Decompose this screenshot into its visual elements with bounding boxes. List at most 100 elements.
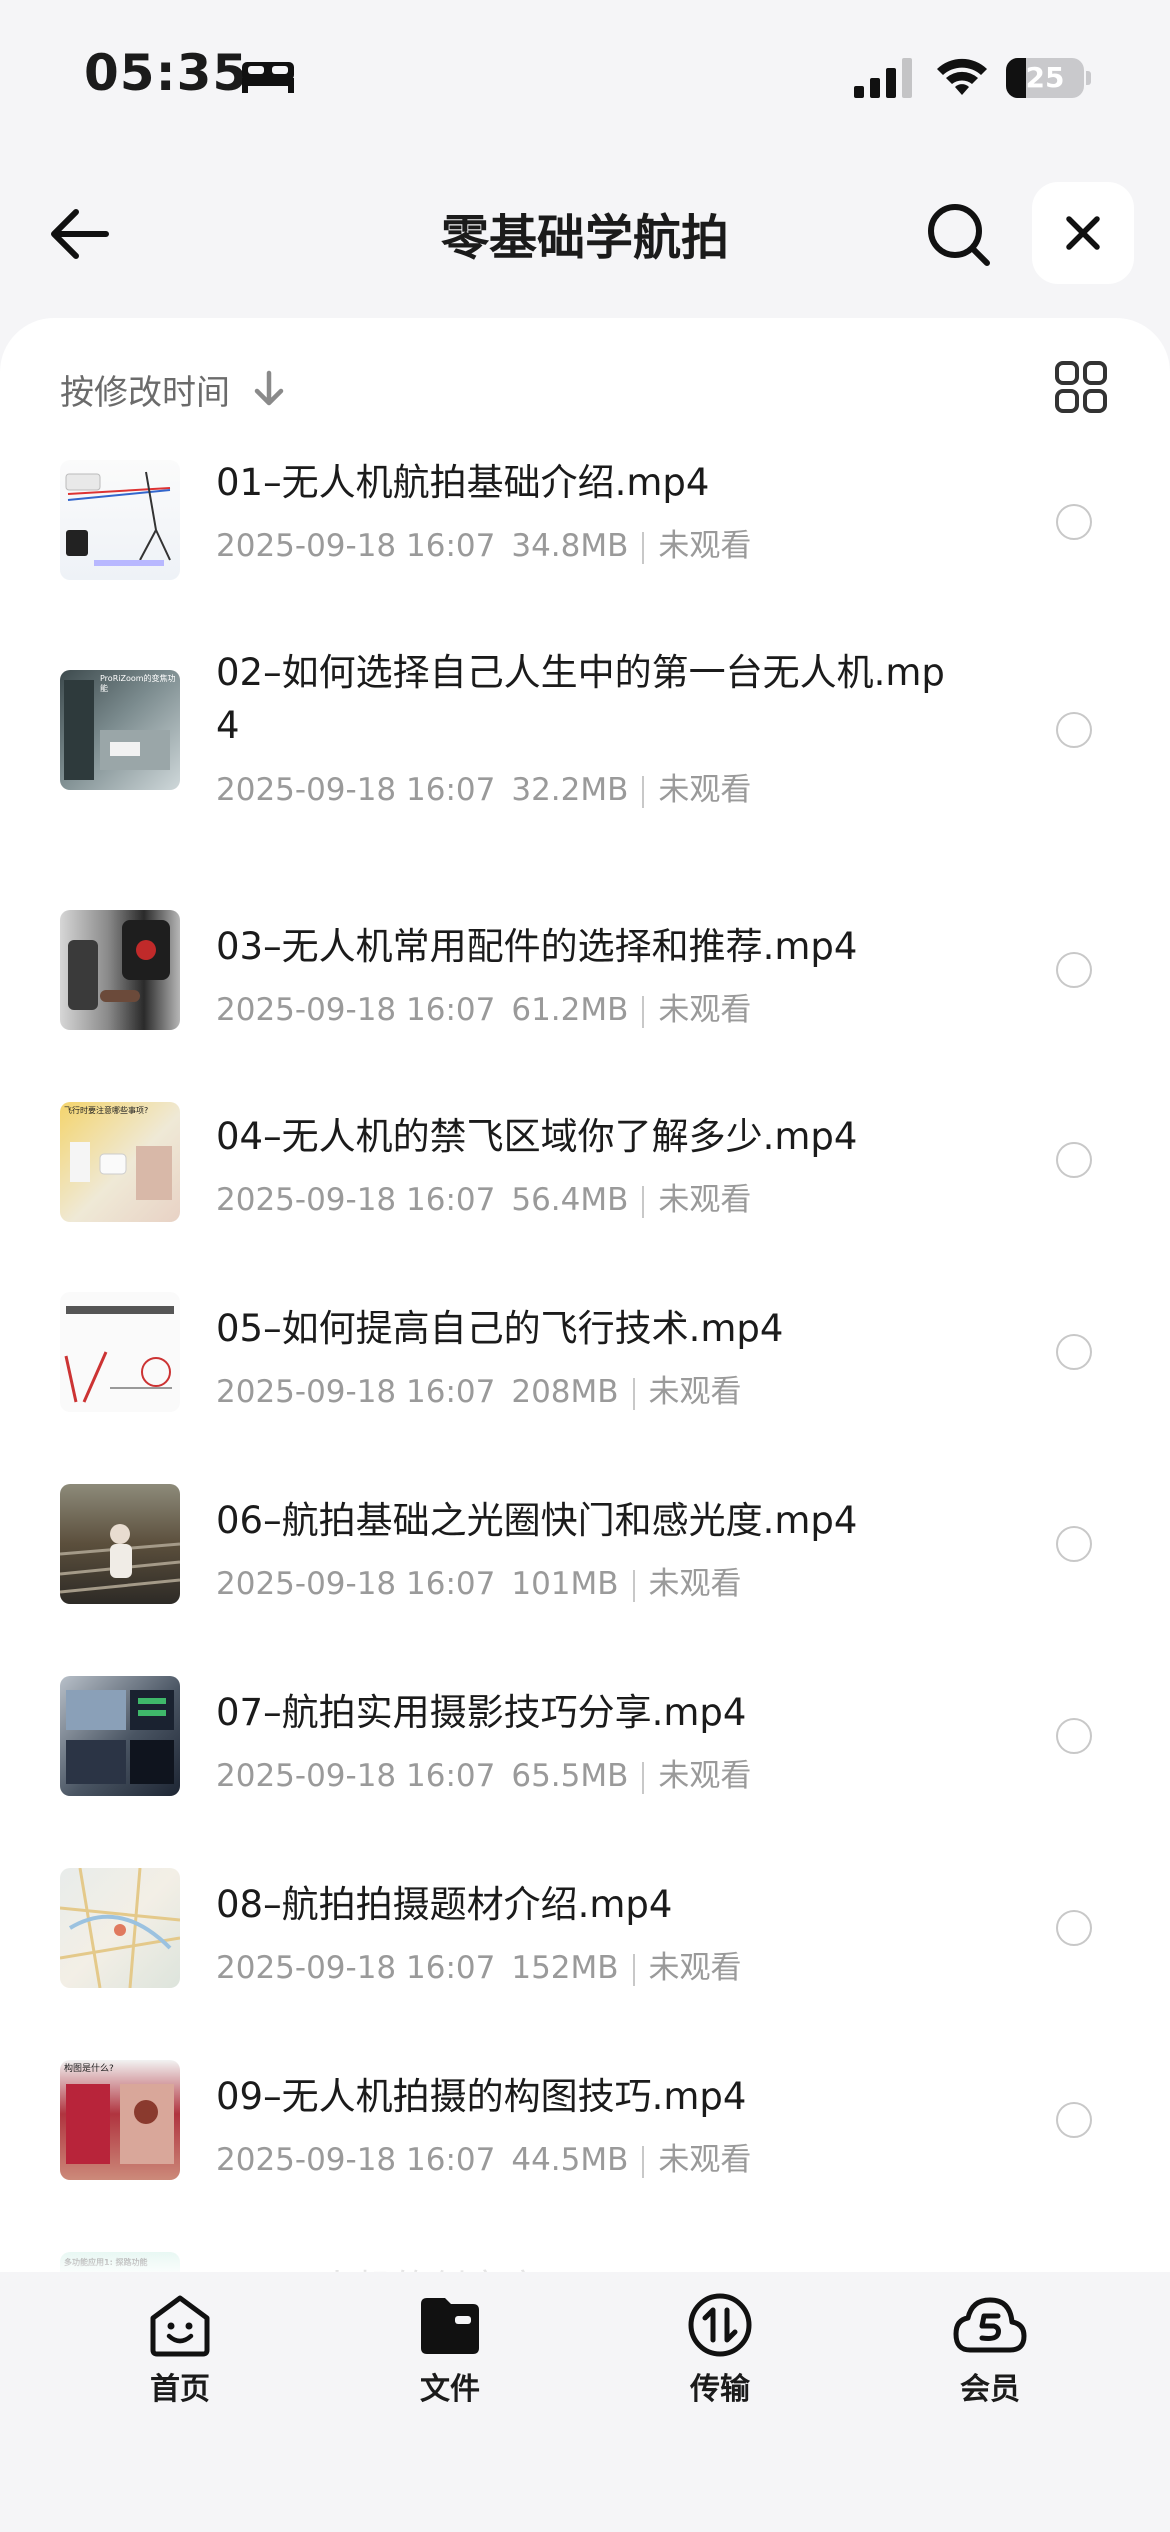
file-meta: 2025-09-18 16:07 56.4MB 未观看 bbox=[216, 1174, 751, 1219]
select-checkbox[interactable] bbox=[1056, 1526, 1092, 1562]
list-item[interactable]: 05–如何提高自己的飞行技术.mp4 2025-09-18 16:07 208MB… bbox=[0, 1260, 1170, 1450]
list-item[interactable]: 08–航拍拍摄题材介绍.mp4 2025-09-18 16:07 152MB 未观看 bbox=[0, 1836, 1170, 2026]
watch-status: 未观看 bbox=[658, 528, 752, 564]
folder-icon bbox=[421, 2298, 479, 2354]
video-thumbnail bbox=[60, 460, 180, 580]
wifi-icon bbox=[937, 58, 987, 95]
file-date: 2025-09-18 16:07 bbox=[216, 772, 496, 808]
arrow-down-icon bbox=[254, 370, 284, 406]
file-date: 2025-09-18 16:07 bbox=[216, 1566, 496, 1602]
tab-home[interactable]: 首页 bbox=[90, 2272, 270, 2412]
file-date: 2025-09-18 16:07 bbox=[216, 1950, 496, 1986]
tab-label: 会员 bbox=[960, 2372, 1020, 2407]
watch-status: 未观看 bbox=[658, 992, 752, 1028]
video-thumbnail: 多功能应用1: 探路功能 bbox=[60, 2252, 180, 2272]
select-checkbox[interactable] bbox=[1056, 952, 1092, 988]
search-button[interactable] bbox=[924, 200, 994, 270]
file-meta: 2025-09-18 16:07 101MB 未观看 bbox=[216, 1558, 742, 1603]
signal-icon bbox=[854, 58, 912, 98]
file-name: 02–如何选择自己人生中的第一台无人机.mp4 bbox=[216, 651, 945, 747]
sort-label: 按修改时间 bbox=[60, 372, 230, 413]
file-name: 03–无人机常用配件的选择和推荐.mp4 bbox=[216, 925, 858, 968]
video-thumbnail bbox=[60, 1868, 180, 1988]
select-checkbox[interactable] bbox=[1056, 504, 1092, 540]
back-button[interactable] bbox=[44, 202, 116, 266]
file-meta: 2025-09-18 16:07 208MB 未观看 bbox=[216, 1366, 742, 1411]
watch-status: 未观看 bbox=[648, 1566, 742, 1602]
watch-status: 未观看 bbox=[658, 772, 752, 808]
thumbnail-caption: 构图是什么? bbox=[64, 2064, 114, 2074]
file-size: 56.4MB bbox=[511, 1182, 629, 1218]
video-thumbnail: 构图是什么? bbox=[60, 2060, 180, 2180]
watch-status: 未观看 bbox=[658, 2142, 752, 2178]
grid-view-button[interactable] bbox=[1054, 360, 1108, 414]
file-meta: 2025-09-18 16:07 152MB 未观看 bbox=[216, 1942, 742, 1987]
file-name: 05–如何提高自己的飞行技术.mp4 bbox=[216, 1307, 784, 1350]
file-size: 61.2MB bbox=[511, 992, 629, 1028]
file-meta: 2025-09-18 16:07 61.2MB 未观看 bbox=[216, 984, 751, 1029]
tab-label: 文件 bbox=[420, 2372, 480, 2407]
home-smiley-icon bbox=[150, 2295, 210, 2357]
file-name: 01–无人机航拍基础介绍.mp4 bbox=[216, 461, 710, 504]
tab-transfer[interactable]: 传输 bbox=[630, 2272, 810, 2412]
video-thumbnail bbox=[60, 1292, 180, 1412]
file-date: 2025-09-18 16:07 bbox=[216, 528, 496, 564]
close-button[interactable] bbox=[1032, 182, 1134, 284]
file-size: 32.2MB bbox=[511, 772, 629, 808]
video-thumbnail bbox=[60, 1484, 180, 1604]
file-date: 2025-09-18 16:07 bbox=[216, 1182, 496, 1218]
file-date: 2025-09-18 16:07 bbox=[216, 1758, 496, 1794]
watch-status: 未观看 bbox=[658, 1182, 752, 1218]
list-item[interactable]: 07–航拍实用摄影技巧分享.mp4 2025-09-18 16:07 65.5MB… bbox=[0, 1644, 1170, 1834]
file-size: 208MB bbox=[511, 1374, 619, 1410]
select-checkbox[interactable] bbox=[1056, 1718, 1092, 1754]
select-checkbox[interactable] bbox=[1056, 1334, 1092, 1370]
list-item[interactable]: 01–无人机航拍基础介绍.mp4 2025-09-18 16:07 34.8MB 未… bbox=[0, 448, 1170, 638]
search-icon bbox=[928, 204, 990, 266]
nav-bar: 零基础学航拍 bbox=[0, 170, 1170, 294]
file-meta: 2025-09-18 16:07 34.8MB 未观看 bbox=[216, 520, 751, 565]
file-meta: 2025-09-18 16:07 44.5MB 未观看 bbox=[216, 2134, 751, 2179]
file-meta: 2025-09-18 16:07 65.5MB 未观看 bbox=[216, 1750, 751, 1795]
video-thumbnail: 飞行时要注意哪些事项? bbox=[60, 1102, 180, 1222]
file-name: 07–航拍实用摄影技巧分享.mp4 bbox=[216, 1691, 747, 1734]
status-bar: 05:35 25 bbox=[0, 0, 1170, 140]
select-checkbox[interactable] bbox=[1056, 1910, 1092, 1946]
bed-icon bbox=[242, 62, 294, 93]
select-checkbox[interactable] bbox=[1056, 2102, 1092, 2138]
file-size: 101MB bbox=[511, 1566, 619, 1602]
sort-control[interactable]: 按修改时间 bbox=[60, 364, 286, 414]
select-checkbox[interactable] bbox=[1056, 1142, 1092, 1178]
video-thumbnail bbox=[60, 910, 180, 1030]
watch-status: 未观看 bbox=[648, 1950, 742, 1986]
watch-status: 未观看 bbox=[648, 1374, 742, 1410]
file-date: 2025-09-18 16:07 bbox=[216, 992, 496, 1028]
tab-files[interactable]: 文件 bbox=[360, 2272, 540, 2412]
list-item[interactable]: 06–航拍基础之光圈快门和感光度.mp4 2025-09-18 16:07 101… bbox=[0, 1452, 1170, 1642]
list-item[interactable]: 多功能应用1: 探路功能 10–无人机的创意应用.mp4 bbox=[0, 2220, 1170, 2272]
file-name: 08–航拍拍摄题材介绍.mp4 bbox=[216, 1883, 673, 1926]
file-size: 34.8MB bbox=[511, 528, 629, 564]
transfer-icon bbox=[688, 2293, 752, 2357]
list-item[interactable]: 03–无人机常用配件的选择和推荐.mp4 2025-09-18 16:07 61.… bbox=[0, 878, 1170, 1068]
list-item[interactable]: ProRiZoom的变焦功能 02–如何选择自己人生中的第一台无人机.mp4 2… bbox=[0, 638, 1170, 878]
video-thumbnail: ProRiZoom的变焦功能 bbox=[60, 670, 180, 790]
list-item[interactable]: 构图是什么? 09–无人机拍摄的构图技巧.mp4 2025-09-18 16:0… bbox=[0, 2028, 1170, 2218]
back-arrow-icon bbox=[51, 209, 109, 259]
select-checkbox[interactable] bbox=[1056, 712, 1092, 748]
file-name: 10–无人机的创意应用.mp4 bbox=[216, 2262, 956, 2272]
video-thumbnail bbox=[60, 1676, 180, 1796]
file-list-sheet: 按修改时间 01–无人机航拍基础介绍.mp4 2025-09-18 16:07 … bbox=[0, 318, 1170, 2272]
file-name: 06–航拍基础之光圈快门和感光度.mp4 bbox=[216, 1499, 858, 1542]
tab-vip[interactable]: 会员 bbox=[900, 2272, 1080, 2412]
close-icon bbox=[1066, 216, 1100, 250]
file-date: 2025-09-18 16:07 bbox=[216, 2142, 496, 2178]
cloud-vip-icon bbox=[953, 2297, 1027, 2353]
list-item[interactable]: 飞行时要注意哪些事项? 04–无人机的禁飞区域你了解多少.mp4 2025-09… bbox=[0, 1068, 1170, 1258]
file-meta: 2025-09-18 16:07 32.2MB 未观看 bbox=[216, 764, 751, 809]
file-name: 09–无人机拍摄的构图技巧.mp4 bbox=[216, 2075, 747, 2118]
battery-level: 25 bbox=[1025, 61, 1065, 94]
grid-icon bbox=[1055, 361, 1107, 413]
bottom-tab-bar: 首页 文件 传输 会员 bbox=[0, 2272, 1170, 2532]
status-time: 05:35 bbox=[84, 44, 249, 102]
